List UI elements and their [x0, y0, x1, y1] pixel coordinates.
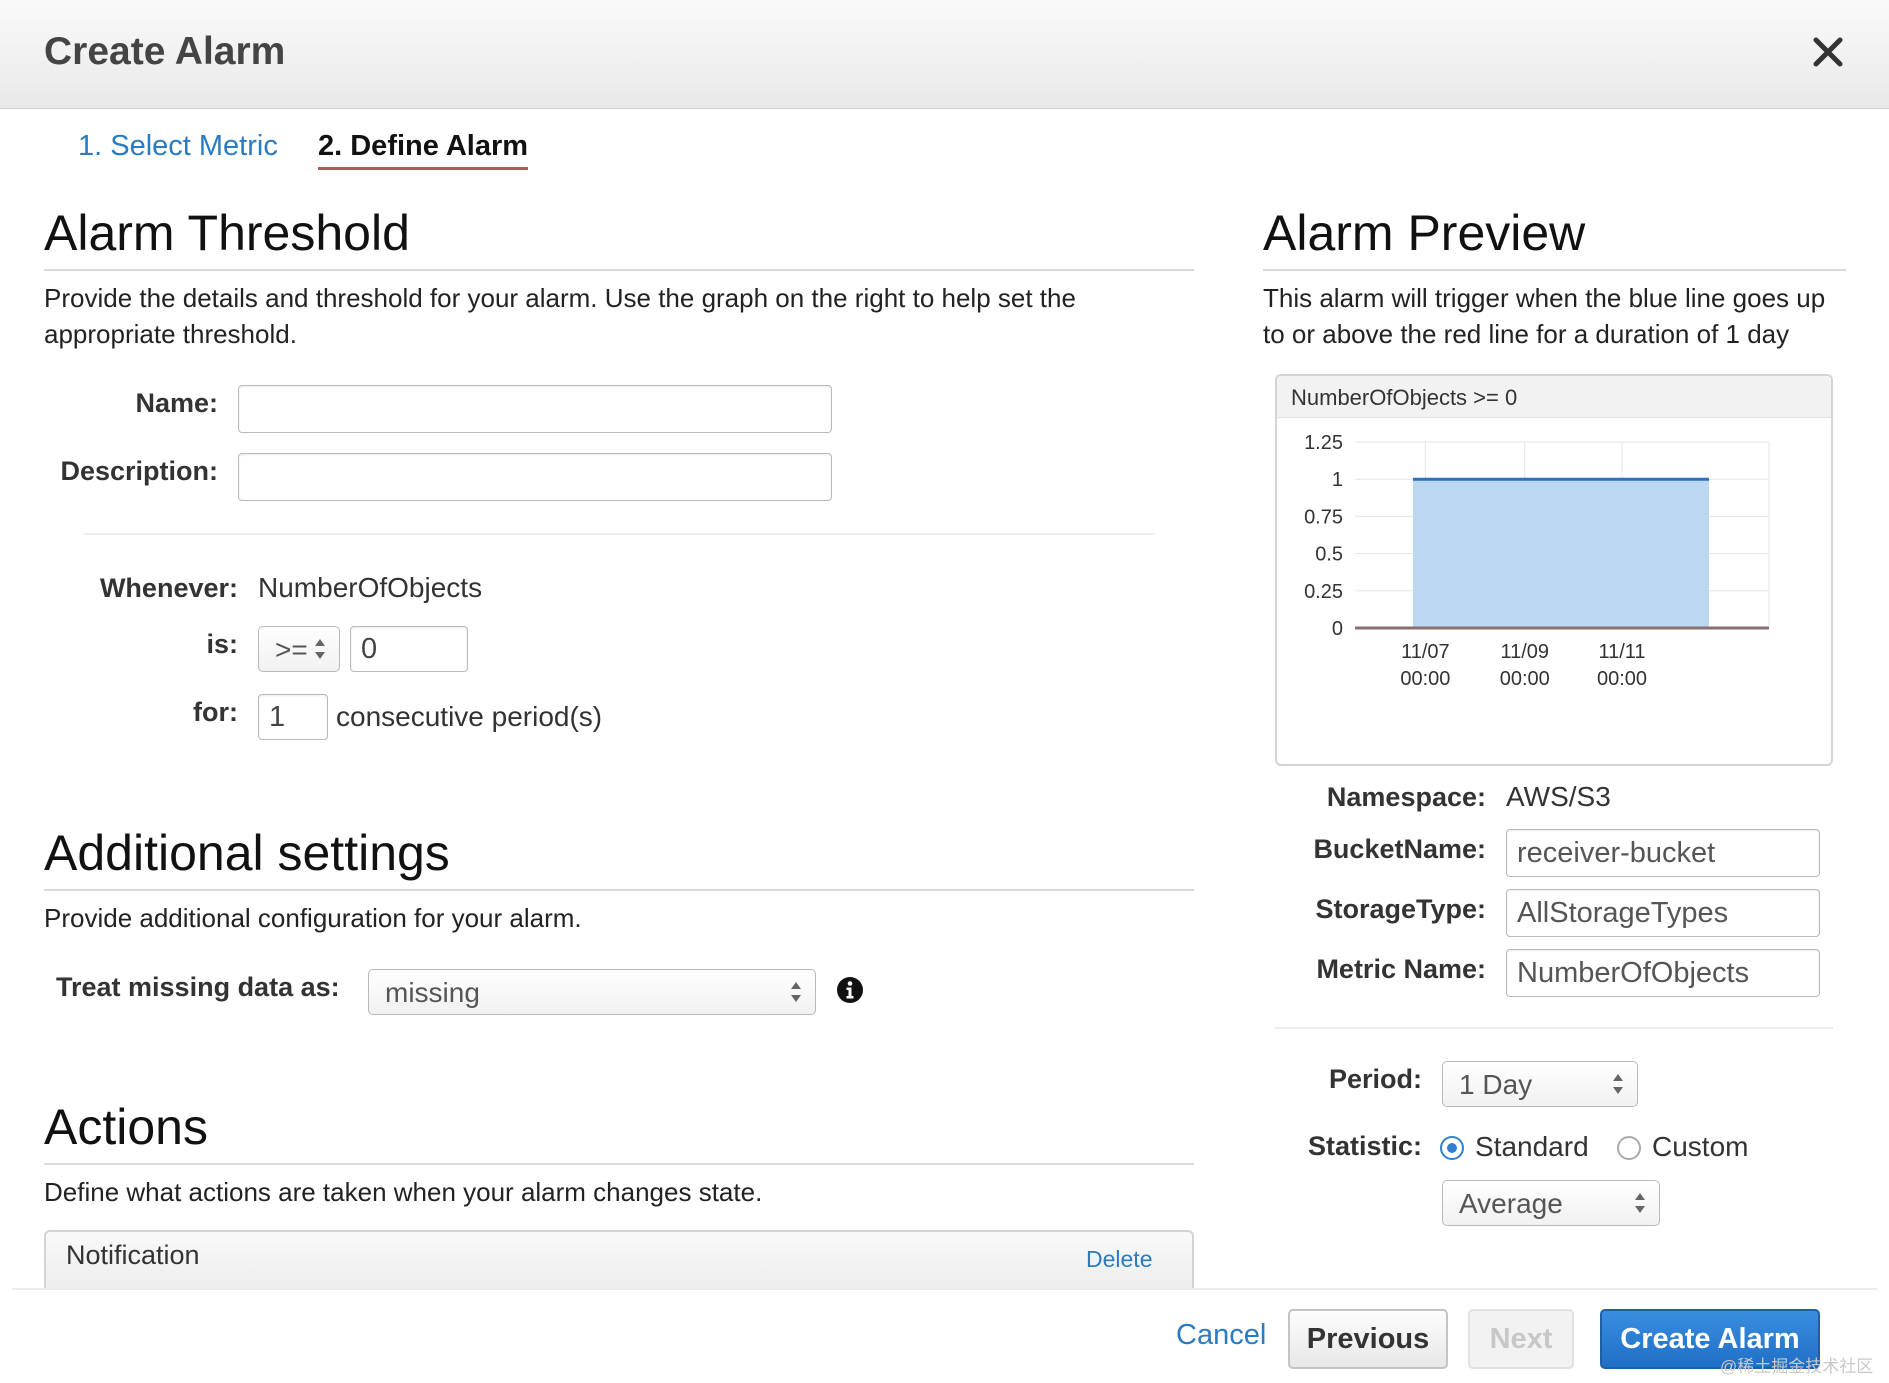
alarm-threshold-heading: Alarm Threshold — [44, 205, 410, 261]
description-label: Description: — [60, 456, 218, 486]
x-tick-label: 11/11 — [1598, 641, 1645, 663]
whenever-metric-name: NumberOfObjects — [258, 572, 483, 603]
chart-header: NumberOfObjects >= 0 — [1277, 376, 1831, 418]
statistic-custom-radio[interactable] — [1617, 1136, 1641, 1160]
period-value: 1 Day — [1459, 1069, 1533, 1100]
additional-settings-heading: Additional settings — [44, 825, 450, 881]
statistic-standard-radio[interactable] — [1440, 1136, 1464, 1160]
whenever-label: Whenever: — [99, 573, 238, 603]
metric-chart: 1.25 1 0.75 0.5 0.25 0 11/07 00:00 11/09 00:00 11/… — [1304, 432, 1770, 690]
period-select[interactable]: 1 Day — [1442, 1061, 1638, 1107]
x-tick-label: 00:00 — [1597, 668, 1647, 690]
x-tick-label: 00:00 — [1500, 668, 1550, 690]
statistic-select[interactable]: Average — [1442, 1180, 1660, 1226]
statistic-standard-label: Standard — [1475, 1131, 1589, 1162]
select-arrows-icon — [1635, 1193, 1645, 1213]
tab-define-alarm[interactable]: 2. Define Alarm — [318, 130, 529, 170]
alarm-name-input[interactable] — [238, 385, 832, 433]
statistic-custom-label: Custom — [1652, 1131, 1749, 1162]
select-arrows-icon — [315, 639, 325, 659]
additional-settings-description: Provide additional configuration for you… — [44, 903, 582, 933]
metric-name-label: Metric Name: — [1316, 954, 1486, 984]
y-tick-label: 0 — [1332, 618, 1343, 640]
select-arrows-icon — [1613, 1074, 1623, 1094]
period-label: Period: — [1328, 1064, 1422, 1094]
namespace-label: Namespace: — [1326, 782, 1486, 812]
previous-button[interactable]: Previous — [1288, 1309, 1448, 1369]
watermark: @稀土掘金技术社区 — [1720, 1357, 1874, 1376]
x-tick-label: 11/07 — [1401, 641, 1450, 663]
actions-description: Define what actions are taken when your … — [44, 1177, 763, 1207]
x-tick-label: 00:00 — [1400, 668, 1450, 690]
cancel-button[interactable]: Cancel — [1176, 1319, 1266, 1352]
select-arrows-icon — [791, 982, 801, 1002]
y-tick-label: 0.5 — [1315, 544, 1343, 566]
section-divider — [44, 1163, 1194, 1165]
metric-name-field[interactable] — [1506, 949, 1820, 997]
for-label: for: — [193, 697, 238, 727]
form-divider — [84, 533, 1154, 535]
x-tick-label: 11/09 — [1500, 641, 1549, 663]
statistic-value: Average — [1459, 1188, 1563, 1219]
description-line-2: appropriate threshold. — [44, 319, 297, 349]
dialog-title: Create Alarm — [44, 30, 286, 73]
close-icon[interactable] — [1806, 30, 1850, 74]
threshold-value-input[interactable] — [350, 626, 468, 672]
is-label: is: — [206, 629, 238, 659]
preview-divider — [1275, 1027, 1833, 1029]
series-area — [1412, 479, 1709, 628]
description-line-1: Provide the details and threshold for yo… — [44, 283, 1076, 313]
missing-data-label: Treat missing data as: — [56, 972, 340, 1002]
preview-description-line-1: This alarm will trigger when the blue li… — [1263, 283, 1826, 313]
missing-data-value: missing — [385, 977, 480, 1008]
delete-notification-link[interactable]: Delete — [1086, 1246, 1152, 1273]
section-divider — [44, 889, 1194, 891]
y-tick-label: 0.25 — [1304, 581, 1343, 603]
notification-label: Notification — [66, 1240, 200, 1270]
alarm-description-input[interactable] — [238, 453, 832, 501]
alarm-preview-description: This alarm will trigger when the blue li… — [1263, 280, 1853, 352]
y-tick-label: 0.75 — [1304, 506, 1343, 528]
next-button[interactable]: Next — [1468, 1309, 1574, 1369]
statistic-label: Statistic: — [1307, 1131, 1422, 1161]
notification-panel: Notification Delete — [44, 1230, 1194, 1290]
alarm-preview-chart-panel: NumberOfObjects >= 0 1.25 1 0.75 0.5 0.25 0 11… — [1275, 374, 1833, 766]
y-tick-label: 1 — [1332, 469, 1343, 491]
tab-select-metric[interactable]: 1. Select Metric — [78, 130, 278, 163]
preview-description-line-2: to or above the red line for a duration … — [1263, 319, 1790, 349]
namespace-value: AWS/S3 — [1506, 781, 1611, 812]
missing-data-select[interactable]: missing — [368, 969, 816, 1015]
periods-suffix: consecutive period(s) — [336, 701, 603, 732]
dialog-header: Create Alarm — [0, 0, 1889, 109]
storage-type-label: StorageType: — [1315, 894, 1486, 924]
bucket-name-field[interactable] — [1506, 829, 1820, 877]
section-divider — [44, 269, 1194, 271]
alarm-threshold-description: Provide the details and threshold for yo… — [44, 280, 1194, 352]
section-divider — [1263, 269, 1846, 271]
periods-input[interactable] — [258, 694, 328, 740]
footer-divider — [12, 1288, 1877, 1290]
storage-type-field[interactable] — [1506, 889, 1820, 937]
info-icon[interactable] — [836, 976, 864, 1004]
bucket-name-label: BucketName: — [1313, 834, 1486, 864]
operator-select[interactable]: >= — [258, 626, 340, 672]
actions-heading: Actions — [44, 1099, 208, 1155]
name-label: Name: — [135, 388, 218, 418]
y-tick-label: 1.25 — [1304, 432, 1343, 454]
operator-value: >= — [275, 634, 308, 665]
alarm-preview-heading: Alarm Preview — [1263, 205, 1586, 261]
